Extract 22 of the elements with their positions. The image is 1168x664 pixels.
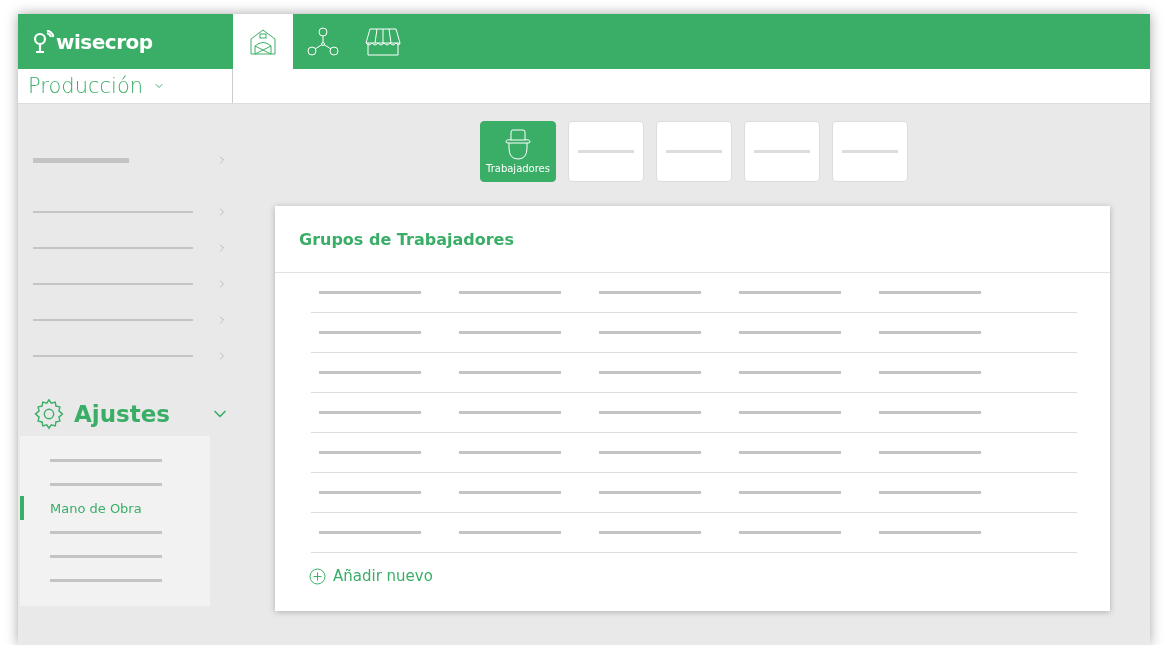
placeholder-line [578,150,634,153]
gear-icon [32,397,66,431]
step-button[interactable] [744,121,820,182]
logo-text: wisecrop [56,29,153,54]
nav-tab[interactable] [233,14,293,69]
card-title: Grupos de Trabajadores [299,229,514,249]
placeholder-line [842,150,898,153]
market-awning-icon [364,26,402,57]
step-button[interactable]: Trabajadores [480,121,556,182]
settings-heading[interactable]: Ajustes [18,392,250,436]
step-button[interactable] [832,121,908,182]
plus-circle-icon [309,567,326,585]
barn-icon [249,27,277,56]
hat-face-icon [503,129,533,161]
placeholder-line [754,150,810,153]
step-button[interactable] [656,121,732,182]
tree-signal-icon [32,29,54,54]
network-icon [307,26,339,57]
step-button[interactable] [568,121,644,182]
submenu-item[interactable]: Mano de Obra [50,500,142,516]
add-new-button[interactable]: Añadir nuevo [309,567,433,585]
placeholder-line [666,150,722,153]
